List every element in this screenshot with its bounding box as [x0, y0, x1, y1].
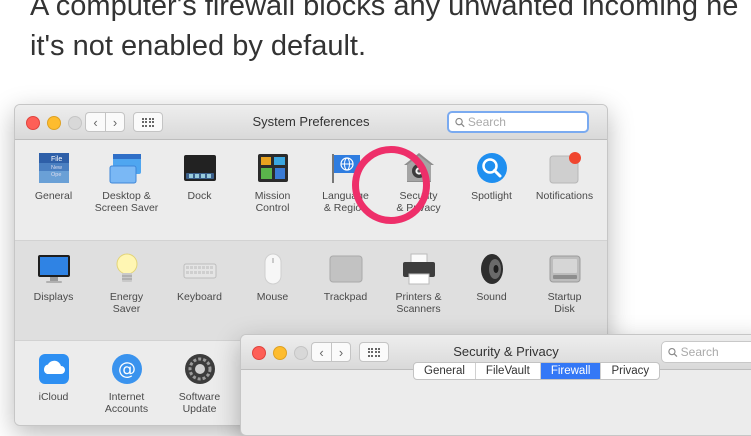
- tab-filevault[interactable]: FileVault: [476, 363, 541, 379]
- pref-printers-scanners[interactable]: Printers & Scanners: [382, 241, 455, 340]
- pref-sound[interactable]: Sound: [455, 241, 528, 340]
- security-privacy-window: ‹ › Security & Privacy General FileVault…: [240, 334, 751, 436]
- trackpad-icon: [328, 251, 364, 287]
- tab-general[interactable]: General: [414, 363, 476, 379]
- speaker-icon: [474, 251, 510, 287]
- pref-label: Software Update: [178, 391, 221, 415]
- keyboard-icon: [182, 251, 218, 287]
- back-button[interactable]: ‹: [85, 112, 105, 132]
- pref-desktop-screen-saver[interactable]: Desktop & Screen Saver: [90, 140, 163, 240]
- gear-icon: [182, 351, 218, 387]
- cloud-icon: [36, 351, 72, 387]
- back-button[interactable]: ‹: [311, 342, 331, 362]
- pref-label: iCloud: [38, 391, 69, 403]
- chevron-right-icon: ›: [112, 114, 118, 130]
- pref-label: Security & Privacy: [396, 190, 441, 214]
- pref-icloud[interactable]: iCloud: [17, 341, 90, 425]
- pref-language-region[interactable]: Language & Region: [309, 140, 382, 240]
- hard-disk-icon: [547, 251, 583, 287]
- pref-security-privacy[interactable]: Security & Privacy: [382, 140, 455, 240]
- grid-icon: [141, 117, 155, 127]
- pref-trackpad[interactable]: Trackpad: [309, 241, 382, 340]
- pref-software-update[interactable]: Software Update: [163, 341, 236, 425]
- pref-notifications[interactable]: Notifications: [528, 140, 601, 240]
- search-input[interactable]: [467, 115, 587, 129]
- preferences-row-hardware: Displays Energy Saver Keyboard Mouse Tra…: [15, 240, 607, 340]
- svg-text:@: @: [118, 359, 136, 380]
- pref-label: Internet Accounts: [104, 391, 149, 415]
- svg-text:File: File: [51, 156, 62, 163]
- show-all-button[interactable]: [133, 112, 163, 132]
- pref-internet-accounts[interactable]: @ Internet Accounts: [90, 341, 163, 425]
- general-icon: File New Ope: [36, 150, 72, 186]
- close-button[interactable]: [252, 346, 266, 360]
- pref-label: Sound: [476, 291, 507, 303]
- pref-label: Displays: [33, 291, 74, 303]
- monitor-icon: [36, 251, 72, 287]
- search-input[interactable]: [680, 345, 751, 359]
- pref-label: Startup Disk: [547, 291, 582, 315]
- minimize-button[interactable]: [47, 116, 61, 130]
- security-tabs: General FileVault Firewall Privacy: [413, 362, 661, 380]
- mission-control-icon: [255, 150, 291, 186]
- pref-energy-saver[interactable]: Energy Saver: [90, 241, 163, 340]
- pref-spotlight[interactable]: Spotlight: [455, 140, 528, 240]
- pref-label: Notifications: [535, 190, 594, 202]
- pref-label: Energy Saver: [109, 291, 144, 315]
- notifications-icon: [547, 150, 583, 186]
- chevron-right-icon: ›: [338, 344, 344, 360]
- forward-button[interactable]: ›: [105, 112, 125, 132]
- minimize-button[interactable]: [273, 346, 287, 360]
- svg-text:Ope: Ope: [51, 172, 61, 178]
- pref-mouse[interactable]: Mouse: [236, 241, 309, 340]
- system-preferences-titlebar: ‹ › System Preferences: [15, 105, 607, 140]
- zoom-button[interactable]: [68, 116, 82, 130]
- pref-label: Spotlight: [471, 190, 512, 202]
- navigation-controls: ‹ ›: [85, 112, 163, 132]
- mouse-icon: [255, 251, 291, 287]
- pref-label: Dock: [187, 190, 212, 202]
- chevron-left-icon: ‹: [319, 344, 324, 360]
- pref-label: Mouse: [256, 291, 289, 303]
- house-lock-icon: [401, 150, 437, 186]
- magnifier-icon: [474, 150, 510, 186]
- desktop-screen-saver-icon: [109, 150, 145, 186]
- grid-icon: [367, 347, 381, 357]
- pref-label: General: [34, 190, 73, 202]
- headline-text: A computer's firewall blocks any unwante…: [30, 0, 739, 62]
- search-field[interactable]: [661, 341, 751, 363]
- preferences-row-personal: File New Ope General Desktop & Screen Save…: [15, 140, 607, 240]
- pref-dock[interactable]: Dock: [163, 140, 236, 240]
- search-field[interactable]: [447, 111, 589, 133]
- search-icon: [455, 117, 465, 127]
- pref-label: Printers & Scanners: [395, 291, 442, 315]
- lightbulb-icon: [109, 251, 145, 287]
- pref-startup-disk[interactable]: Startup Disk: [528, 241, 601, 340]
- window-controls: [26, 116, 82, 130]
- window-controls: [252, 346, 308, 360]
- pref-general[interactable]: File New Ope General: [17, 140, 90, 240]
- svg-text:New: New: [51, 165, 62, 171]
- zoom-button[interactable]: [294, 346, 308, 360]
- pref-label: Keyboard: [177, 291, 222, 303]
- tab-firewall[interactable]: Firewall: [540, 363, 602, 379]
- search-icon: [668, 347, 678, 357]
- close-button[interactable]: [26, 116, 40, 130]
- printer-icon: [401, 251, 437, 287]
- show-all-button[interactable]: [359, 342, 389, 362]
- pref-label: Trackpad: [323, 291, 368, 303]
- pref-label: Mission Control: [254, 190, 291, 214]
- pref-displays[interactable]: Displays: [17, 241, 90, 340]
- tab-privacy[interactable]: Privacy: [601, 363, 659, 379]
- flag-icon: [328, 150, 364, 186]
- pref-mission-control[interactable]: Mission Control: [236, 140, 309, 240]
- pref-label: Language & Region: [322, 190, 369, 214]
- forward-button[interactable]: ›: [331, 342, 351, 362]
- at-sign-icon: @: [109, 351, 145, 387]
- pref-keyboard[interactable]: Keyboard: [163, 241, 236, 340]
- pref-label: Desktop & Screen Saver: [94, 190, 159, 214]
- dock-icon: [182, 150, 218, 186]
- chevron-left-icon: ‹: [93, 114, 98, 130]
- navigation-controls: ‹ ›: [311, 342, 389, 362]
